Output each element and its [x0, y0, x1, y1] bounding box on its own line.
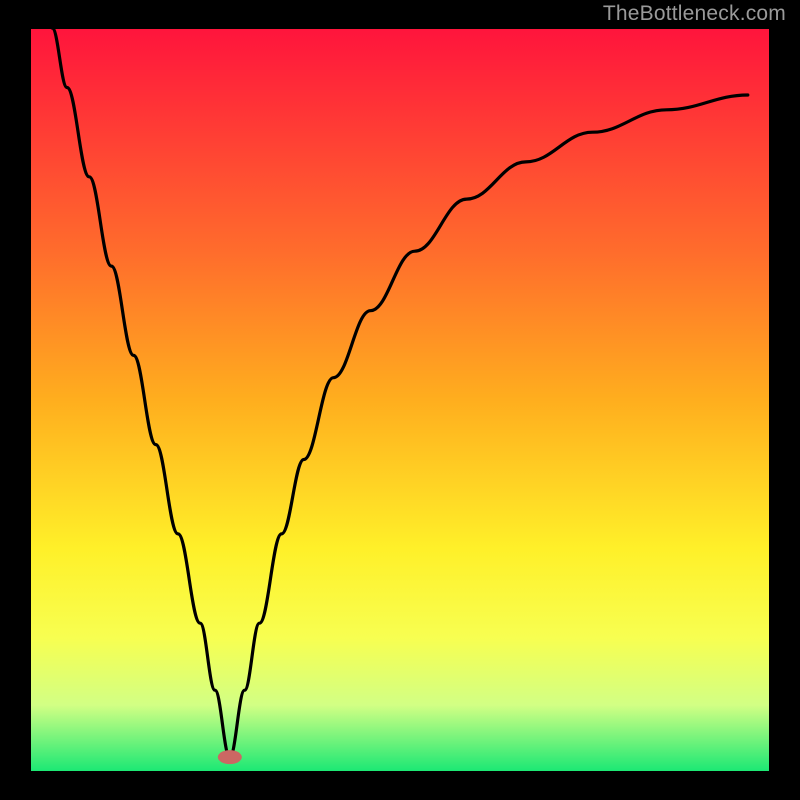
minimum-marker [218, 750, 242, 764]
chart-frame: TheBottleneck.com [0, 0, 800, 800]
chart-svg [0, 0, 800, 800]
watermark-text: TheBottleneck.com [603, 2, 786, 26]
plot-background [30, 28, 770, 772]
